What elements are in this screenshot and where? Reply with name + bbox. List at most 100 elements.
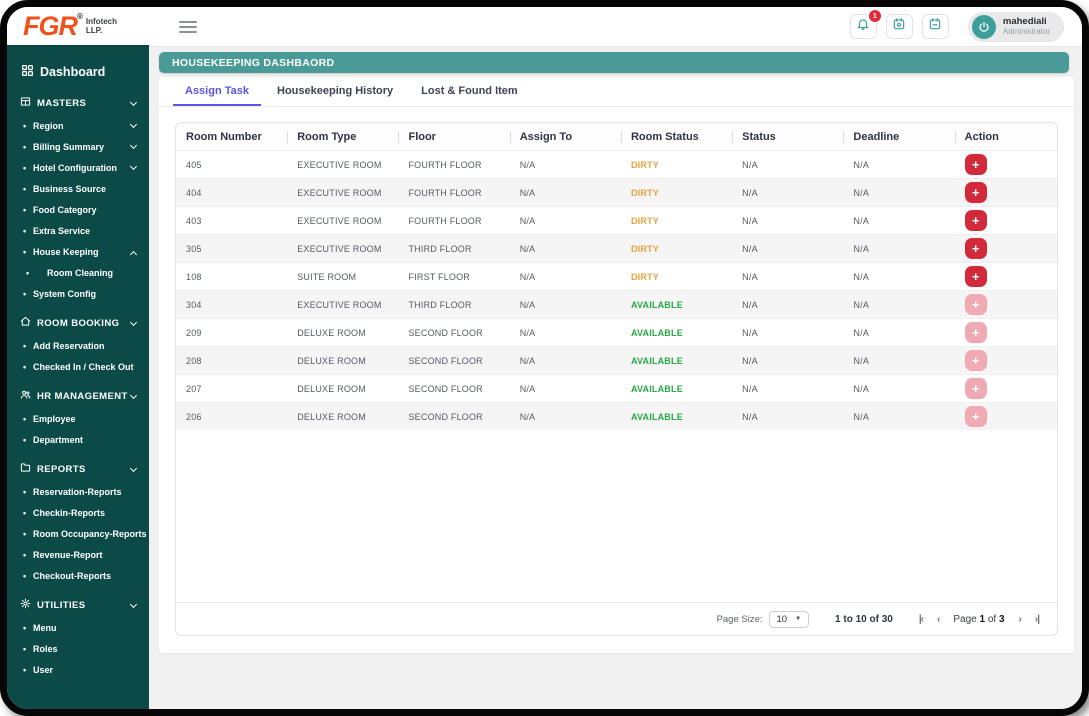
bottom-spacer	[159, 653, 1074, 709]
cell-status: N/A	[742, 243, 758, 254]
sidebar-item-extra-service[interactable]: Extra Service	[7, 220, 149, 241]
table-row: 208 DELUXE ROOM SECOND FLOOR N/A AVAILAB…	[176, 346, 1057, 374]
cell-deadline: N/A	[853, 243, 870, 254]
cell-assign-to: N/A	[519, 411, 536, 422]
sidebar-item-room-occupancy-reports[interactable]: Room Occupancy-Reports	[7, 523, 149, 544]
sidebar-item-checkout-reports[interactable]: Checkout-Reports	[7, 565, 149, 586]
sidebar-item-system-config[interactable]: System Config	[7, 283, 149, 304]
cell-deadline: N/A	[853, 411, 870, 422]
table-row: 404 EXECUTIVE ROOM FOURTH FLOOR N/A DIRT…	[176, 178, 1057, 206]
chevron-down-icon	[129, 162, 138, 171]
tab-assign-task[interactable]: Assign Task	[173, 77, 261, 106]
sidebar-section-utilities[interactable]: UTILITIES	[7, 593, 149, 617]
chevron-down-icon	[129, 600, 138, 609]
assign-task-button-disabled[interactable]: +	[964, 294, 987, 315]
folder-icon	[20, 462, 31, 476]
prev-page-icon[interactable]: ‹	[937, 614, 941, 625]
cell-deadline: N/A	[853, 159, 870, 170]
sidebar-item-revenue-report[interactable]: Revenue-Report	[7, 544, 149, 565]
cell-floor: SECOND FLOOR	[408, 383, 483, 394]
tab-lost-found-item[interactable]: Lost & Found Item	[409, 77, 530, 106]
calendar-check-icon	[892, 17, 906, 36]
next-page-icon[interactable]: ›	[1019, 614, 1023, 625]
calendar-icon	[928, 17, 942, 36]
column-header-room-type: Room Type	[287, 131, 398, 143]
cell-assign-to: N/A	[519, 327, 536, 338]
sidebar-item-food-category[interactable]: Food Category	[7, 199, 149, 220]
cell-floor: THIRD FLOOR	[408, 243, 472, 254]
chevron-down-icon	[129, 141, 138, 150]
chevron-down-icon	[129, 464, 138, 473]
page-title: HOUSEKEEPING DASHBAORD	[172, 56, 335, 69]
assign-task-button[interactable]: +	[964, 266, 987, 287]
last-page-icon[interactable]: ›|	[1035, 614, 1040, 625]
cell-room-type: EXECUTIVE ROOM	[297, 215, 382, 226]
topbar-main: 1 mahediali Administrator	[149, 7, 1082, 47]
cell-room-number: 403	[186, 215, 202, 226]
sidebar-item-roles[interactable]: Roles	[7, 638, 149, 659]
home-icon	[20, 316, 31, 330]
logo-text: FGR®	[23, 10, 83, 41]
sidebar-item-hotel-configuration[interactable]: Hotel Configuration	[7, 157, 149, 178]
assign-task-button[interactable]: +	[964, 210, 987, 231]
column-header-floor: Floor	[398, 131, 509, 143]
checkout-calendar-button[interactable]	[921, 14, 949, 39]
cell-room-number: 208	[186, 355, 202, 366]
sidebar-section-hr-management[interactable]: HR MANAGEMENT	[7, 384, 149, 408]
table-row: 108 SUITE ROOM FIRST FLOOR N/A DIRTY N/A…	[176, 262, 1057, 290]
user-menu[interactable]: mahediali Administrator	[967, 11, 1064, 42]
sidebar-section-masters[interactable]: MASTERS	[7, 91, 149, 115]
assign-task-button[interactable]: +	[964, 154, 987, 175]
registered-mark: ®	[77, 11, 83, 21]
cell-room-number: 405	[186, 159, 202, 170]
assign-task-button-disabled[interactable]: +	[964, 322, 987, 343]
table-row: 207 DELUXE ROOM SECOND FLOOR N/A AVAILAB…	[176, 374, 1057, 402]
cell-room-number: 304	[186, 299, 202, 310]
table-row: 209 DELUXE ROOM SECOND FLOOR N/A AVAILAB…	[176, 318, 1057, 346]
sidebar-item-region[interactable]: Region	[7, 115, 149, 136]
room-status-badge: DIRTY	[630, 215, 659, 226]
sidebar-item-add-reservation[interactable]: Add Reservation	[7, 335, 149, 356]
checkin-calendar-button[interactable]	[885, 14, 913, 39]
sidebar-item-menu[interactable]: Menu	[7, 617, 149, 638]
sidebar-item-employee[interactable]: Employee	[7, 408, 149, 429]
room-status-badge: AVAILABLE	[630, 299, 683, 310]
assign-task-button[interactable]: +	[964, 238, 987, 259]
first-page-icon[interactable]: |‹	[919, 614, 924, 625]
sidebar-item-dashboard[interactable]: Dashboard	[7, 60, 149, 84]
assign-task-button-disabled[interactable]: +	[964, 378, 987, 399]
sidebar-item-house-keeping[interactable]: House Keeping	[7, 241, 149, 262]
sidebar-item-checked-in-check-out[interactable]: Checked In / Check Out	[7, 356, 149, 377]
assign-task-button[interactable]: +	[964, 182, 987, 203]
table-icon	[20, 96, 31, 110]
cell-deadline: N/A	[853, 215, 870, 226]
chevron-down-icon	[129, 391, 138, 400]
cell-deadline: N/A	[853, 327, 870, 338]
sidebar-item-reservation-reports[interactable]: Reservation-Reports	[7, 481, 149, 502]
room-status-badge: AVAILABLE	[630, 327, 683, 338]
assign-task-button-disabled[interactable]: +	[964, 406, 987, 427]
sidebar-item-billing-summary[interactable]: Billing Summary	[7, 136, 149, 157]
cell-assign-to: N/A	[519, 215, 536, 226]
assign-task-button-disabled[interactable]: +	[964, 350, 987, 371]
tab-housekeeping-history[interactable]: Housekeeping History	[265, 77, 405, 106]
cell-deadline: N/A	[853, 355, 870, 366]
page-size-select[interactable]: 10 ▼	[768, 610, 810, 628]
table-row: 403 EXECUTIVE ROOM FOURTH FLOOR N/A DIRT…	[176, 206, 1057, 234]
hamburger-menu-icon[interactable]	[179, 18, 197, 36]
sidebar-item-user[interactable]: User	[7, 659, 149, 680]
notifications-button[interactable]: 1	[849, 10, 881, 39]
sidebar-item-checkin-reports[interactable]: Checkin-Reports	[7, 502, 149, 523]
room-status-badge: AVAILABLE	[630, 355, 683, 366]
sidebar-section-room-booking[interactable]: ROOM BOOKING	[7, 311, 149, 335]
table-header: Room Number Room Type Floor Assign To Ro…	[176, 123, 1057, 150]
sidebar-item-room-cleaning[interactable]: Room Cleaning	[7, 262, 149, 283]
main-content: HOUSEKEEPING DASHBAORD Assign Task House…	[149, 47, 1082, 709]
sidebar-item-department[interactable]: Department	[7, 429, 149, 450]
cell-room-type: EXECUTIVE ROOM	[297, 187, 382, 198]
sidebar-item-business-source[interactable]: Business Source	[7, 178, 149, 199]
power-icon[interactable]	[971, 14, 996, 39]
cell-room-number: 209	[186, 327, 202, 338]
sidebar-section-reports[interactable]: REPORTS	[7, 457, 149, 481]
cell-assign-to: N/A	[519, 355, 536, 366]
